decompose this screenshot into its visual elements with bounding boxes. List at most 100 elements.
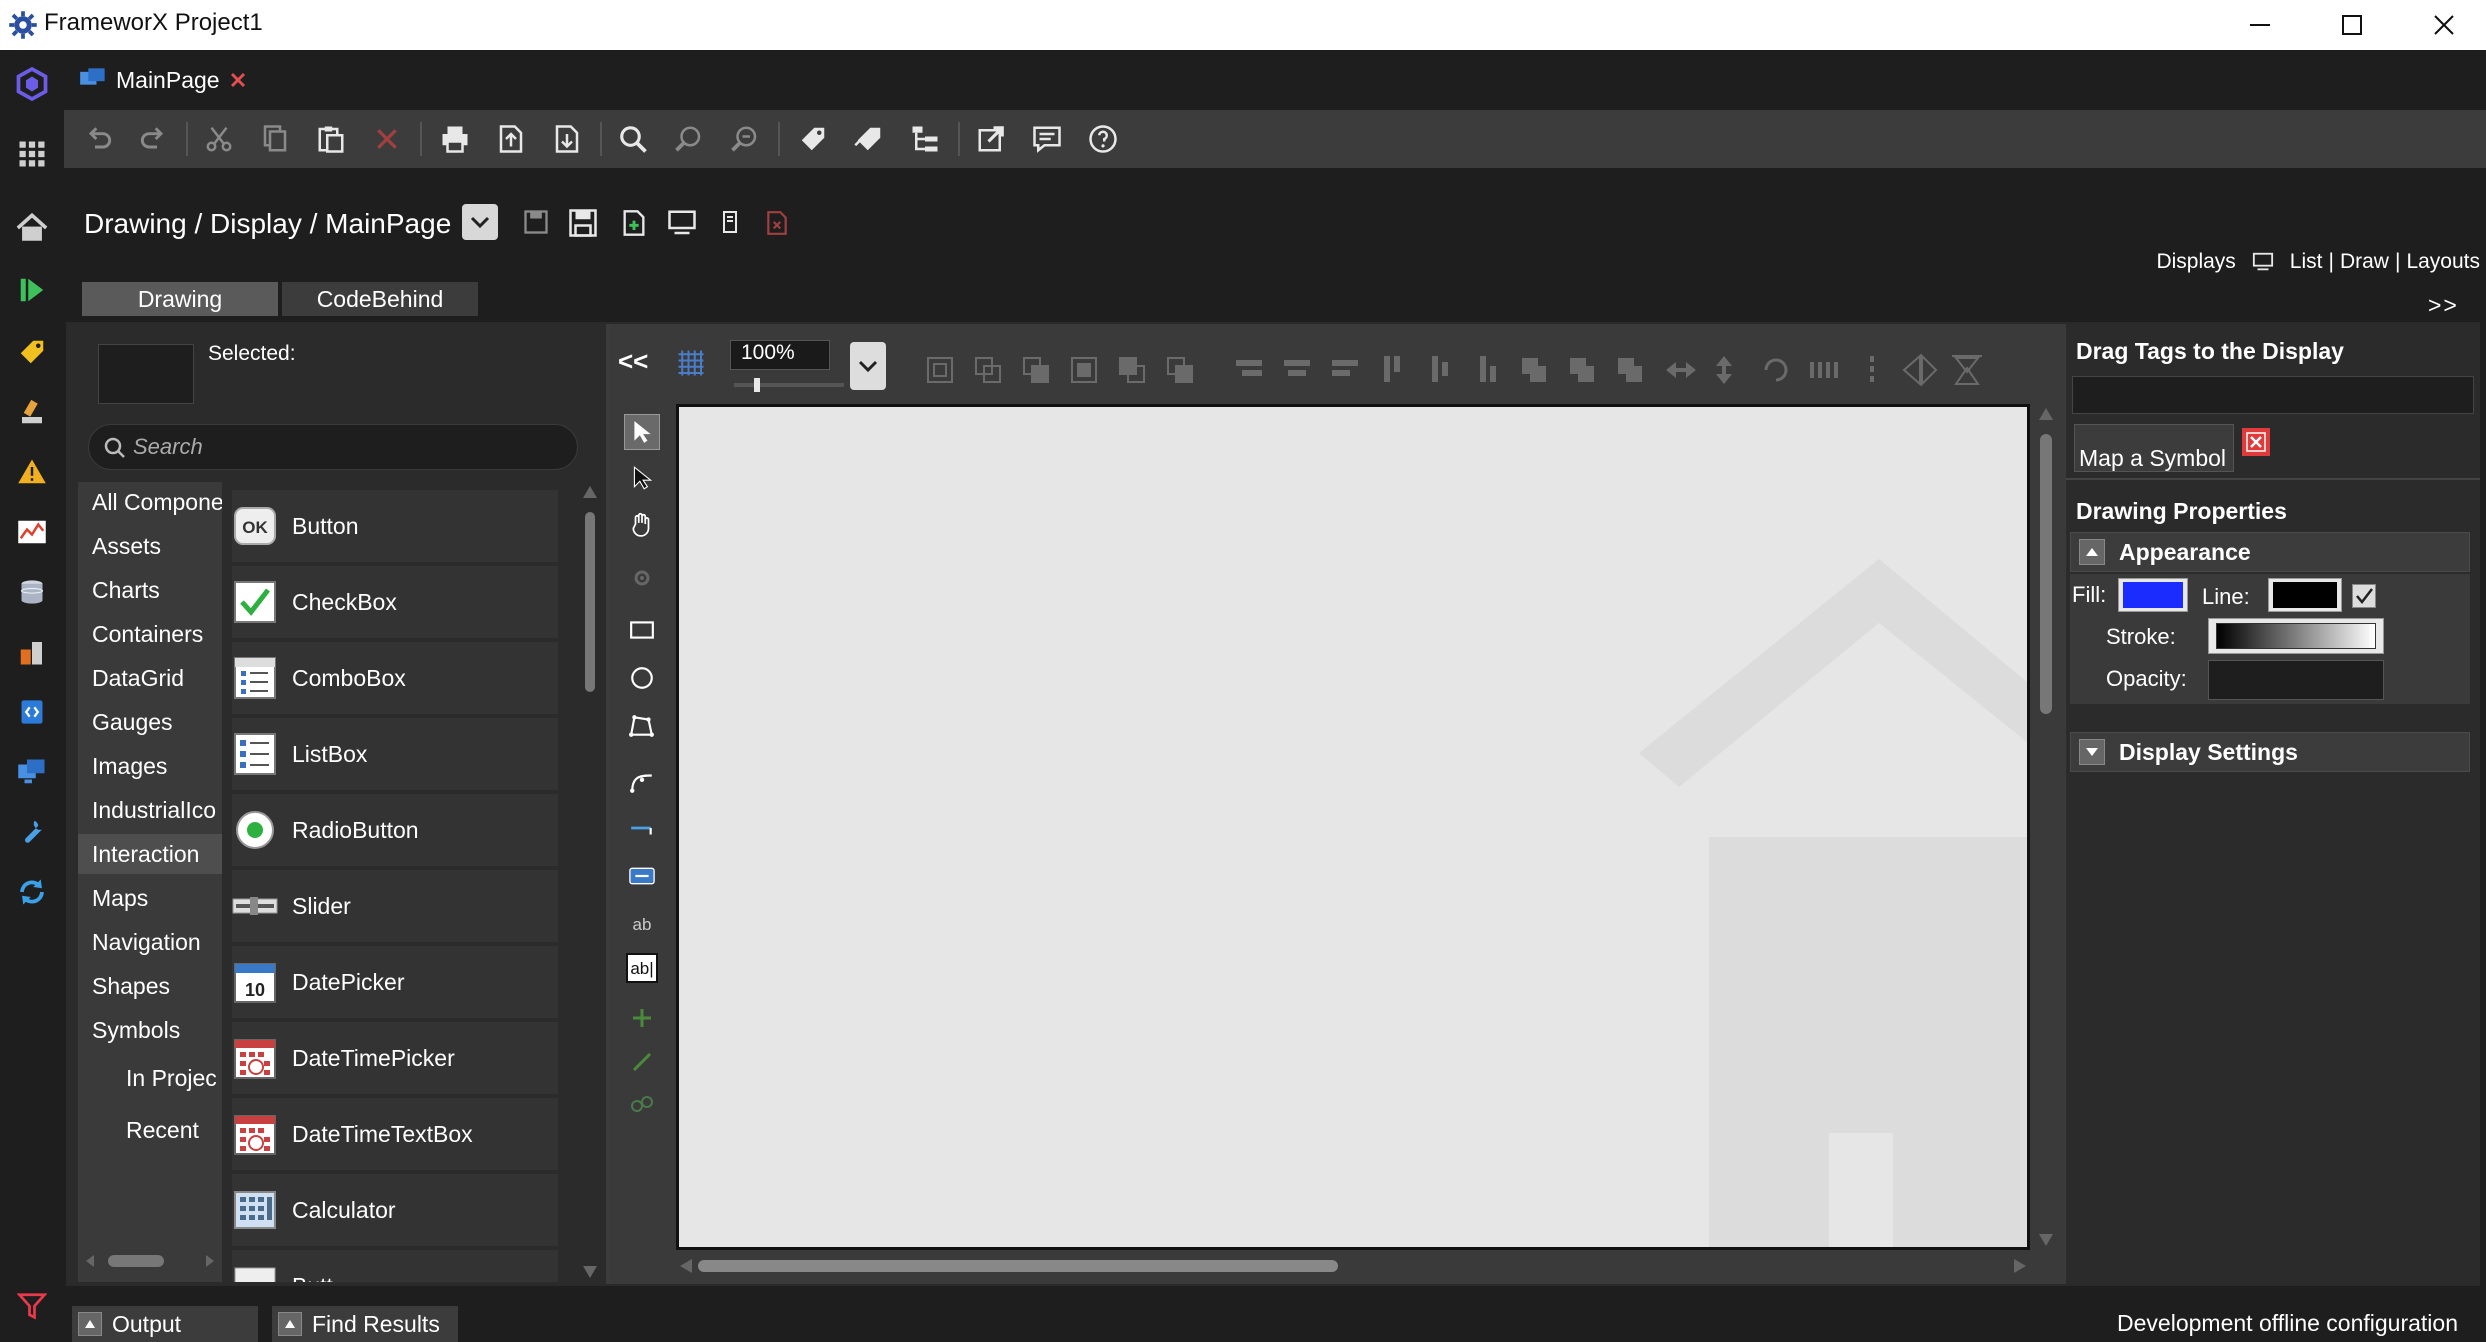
new-page-icon[interactable]: [620, 208, 648, 243]
close-x-icon[interactable]: [228, 70, 248, 90]
cut-button[interactable]: [198, 118, 240, 160]
add-point-icon[interactable]: [624, 1000, 660, 1036]
category-item[interactable]: IndustrialIco: [78, 790, 222, 830]
export-button[interactable]: [490, 118, 532, 160]
button-tool-icon[interactable]: [624, 858, 660, 894]
find-results-tab[interactable]: Find Results: [272, 1306, 458, 1342]
component-item-combobox[interactable]: ComboBox: [232, 642, 558, 714]
tags-edit-icon[interactable]: [12, 392, 52, 432]
category-subitem[interactable]: Recent: [78, 1110, 222, 1150]
component-item-datepicker[interactable]: 10 DatePicker: [232, 946, 558, 1018]
category-item[interactable]: Navigation: [78, 922, 222, 962]
component-item-button[interactable]: OK Button: [232, 490, 558, 562]
search-input[interactable]: Search: [88, 424, 578, 470]
remove-symbol-button[interactable]: [2242, 428, 2270, 456]
undo-button[interactable]: [78, 118, 120, 160]
category-item[interactable]: Images: [78, 746, 222, 786]
help-button[interactable]: [1082, 118, 1124, 160]
trend-icon[interactable]: [12, 512, 52, 552]
select-pointer-icon[interactable]: [624, 414, 660, 450]
canvas-hscroll[interactable]: [676, 1252, 2030, 1280]
category-item[interactable]: Charts: [78, 570, 222, 610]
category-item[interactable]: All Compone: [78, 482, 222, 522]
edit-point-icon[interactable]: [624, 1044, 660, 1080]
component-item-radiobutton[interactable]: RadioButton: [232, 794, 558, 866]
output-tab[interactable]: Output: [72, 1306, 258, 1342]
fill-color-swatch[interactable]: [2118, 578, 2188, 612]
zoom-level[interactable]: 100%: [730, 340, 830, 370]
category-item[interactable]: Symbols: [78, 1010, 222, 1050]
component-vscroll[interactable]: [578, 482, 602, 1282]
textbox-tool-icon[interactable]: ab|: [624, 950, 660, 986]
run-icon[interactable]: [12, 270, 52, 310]
grid-icon[interactable]: [12, 134, 52, 174]
minimize-button[interactable]: [2214, 0, 2306, 50]
tab-drawing[interactable]: Drawing: [82, 282, 278, 316]
line-enabled-checkbox[interactable]: [2352, 584, 2376, 608]
display-settings-group-header[interactable]: Display Settings: [2070, 732, 2470, 772]
maximize-button[interactable]: [2306, 0, 2398, 50]
component-item-calculator[interactable]: Calculator: [232, 1174, 558, 1246]
save-all-icon[interactable]: [568, 208, 598, 243]
canvas-vscroll[interactable]: [2034, 404, 2058, 1250]
component-item-listbox[interactable]: ListBox: [232, 718, 558, 790]
link-point-icon[interactable]: [624, 1086, 660, 1122]
rectangle-tool-icon[interactable]: [624, 612, 660, 648]
tags-button[interactable]: [848, 118, 890, 160]
sync-icon[interactable]: [12, 872, 52, 912]
opacity-field[interactable]: [2208, 660, 2384, 700]
home-icon[interactable]: [12, 208, 52, 248]
text-tool-icon[interactable]: ab: [624, 906, 660, 942]
comment-button[interactable]: [1026, 118, 1068, 160]
map-symbol-button[interactable]: Map a Symbol: [2074, 424, 2234, 472]
zoom-slider[interactable]: [734, 378, 844, 397]
component-item-datetimetextbox[interactable]: DateTimeTextBox: [232, 1098, 558, 1170]
database-icon[interactable]: [12, 572, 52, 612]
collapse-panel-button[interactable]: <<: [618, 346, 648, 377]
expand-panel-button[interactable]: >>: [2428, 292, 2459, 319]
paste-button[interactable]: [310, 118, 352, 160]
delete-button[interactable]: [366, 118, 408, 160]
category-item[interactable]: Shapes: [78, 966, 222, 1006]
code-icon[interactable]: [12, 692, 52, 732]
breadcrumb-dropdown[interactable]: [462, 204, 498, 240]
line-color-swatch[interactable]: [2268, 578, 2342, 612]
delete-page-icon[interactable]: [764, 208, 790, 243]
category-item[interactable]: Containers: [78, 614, 222, 654]
category-item[interactable]: Gauges: [78, 702, 222, 742]
redo-button[interactable]: [132, 118, 174, 160]
tag-add-button[interactable]: [792, 118, 834, 160]
nav-draw-link[interactable]: Draw: [2340, 250, 2389, 274]
component-item-datetimepicker[interactable]: DateTimePicker: [232, 1022, 558, 1094]
mobile-preview-icon[interactable]: [718, 208, 742, 241]
component-item-partial[interactable]: Butt: [232, 1250, 558, 1282]
ellipse-tool-icon[interactable]: [624, 660, 660, 696]
appearance-group-header[interactable]: Appearance: [2070, 532, 2470, 572]
nav-list-link[interactable]: List: [2290, 250, 2323, 274]
tools-icon[interactable]: [12, 812, 52, 852]
curve-tool-icon[interactable]: [624, 764, 660, 800]
open-external-button[interactable]: [970, 118, 1012, 160]
tag-drop-field[interactable]: [2072, 376, 2474, 414]
category-item[interactable]: DataGrid: [78, 658, 222, 698]
save-icon[interactable]: [522, 208, 550, 241]
grid-toggle-icon[interactable]: [676, 348, 706, 383]
category-hscroll[interactable]: [78, 1246, 222, 1276]
document-tab-mainpage[interactable]: MainPage: [78, 60, 248, 100]
tree-button[interactable]: [904, 118, 946, 160]
nav-layouts-link[interactable]: Layouts: [2406, 250, 2480, 274]
category-item[interactable]: Assets: [78, 526, 222, 566]
zoom-dropdown[interactable]: [850, 342, 886, 390]
copy-button[interactable]: [254, 118, 296, 160]
category-item[interactable]: Maps: [78, 878, 222, 918]
import-button[interactable]: [546, 118, 588, 160]
find-button[interactable]: [612, 118, 654, 160]
close-button[interactable]: [2398, 0, 2486, 50]
hand-pan-icon[interactable]: [624, 506, 660, 542]
alarm-icon[interactable]: [12, 452, 52, 492]
connector-tool-icon[interactable]: [624, 810, 660, 846]
category-subitem[interactable]: In Projec: [78, 1058, 222, 1098]
direct-select-icon[interactable]: [624, 460, 660, 496]
tag-icon[interactable]: [12, 332, 52, 372]
tab-codebehind[interactable]: CodeBehind: [282, 282, 478, 316]
